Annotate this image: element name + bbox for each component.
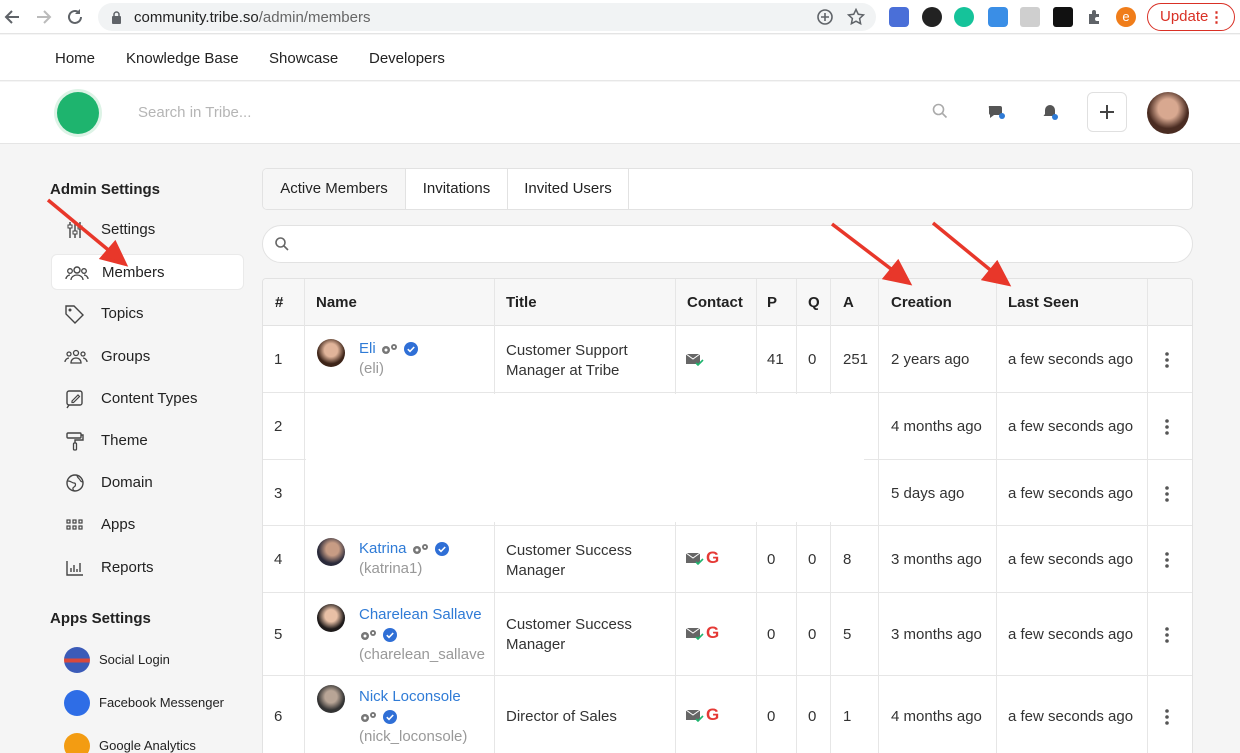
arrow-to-creation [830, 222, 897, 274]
annotation-arrows [46, 198, 1012, 287]
arrow-to-members [46, 198, 114, 255]
arrow-to-last-seen [931, 221, 996, 275]
